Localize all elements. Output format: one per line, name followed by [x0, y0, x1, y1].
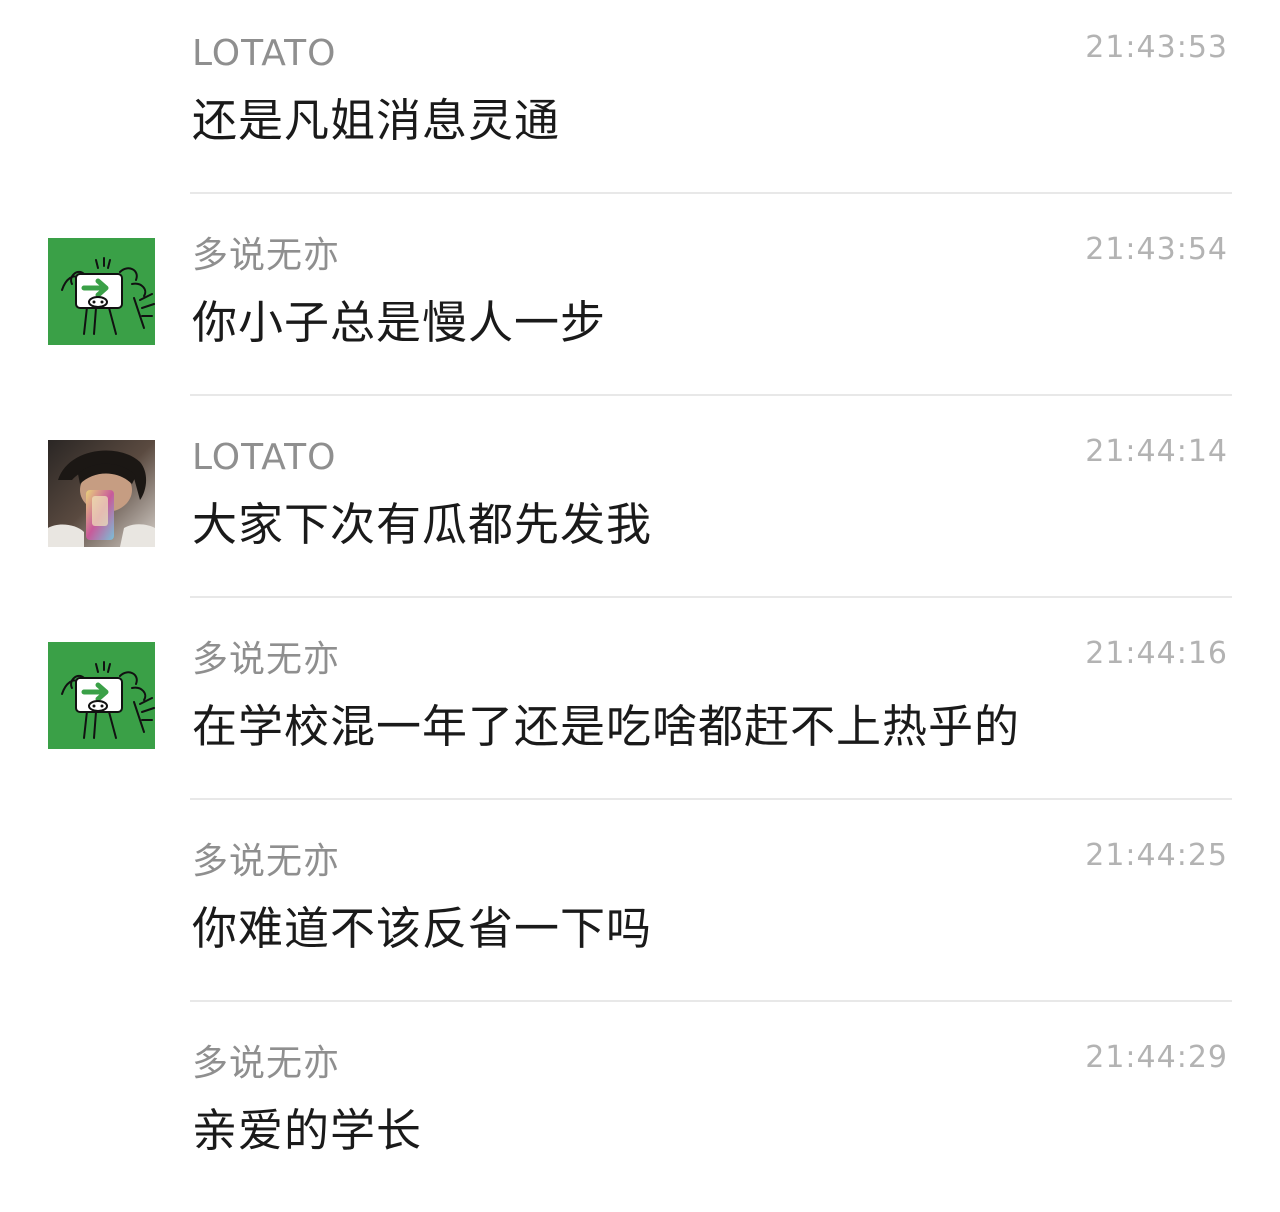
message-text[interactable]: 你小子总是慢人一步	[192, 294, 606, 352]
message-timestamp: 21:44:29	[1085, 1040, 1228, 1075]
sender-name[interactable]: 多说无亦	[192, 234, 340, 278]
sender-name[interactable]: 多说无亦	[192, 840, 340, 884]
message-row[interactable]: 多说无亦 21:43:54 你小子总是慢人一步	[0, 202, 1280, 404]
message-timestamp: 21:44:16	[1085, 636, 1228, 671]
photo-avatar-icon	[48, 440, 155, 547]
message-row[interactable]: 多说无亦 21:44:25 你难道不该反省一下吗	[0, 808, 1280, 1010]
sender-name[interactable]: LOTATO	[192, 436, 336, 480]
message-timestamp: 21:43:53	[1085, 30, 1228, 65]
message-timestamp: 21:44:14	[1085, 434, 1228, 469]
message-row[interactable]: LOTATO 21:43:53 还是凡姐消息灵通	[0, 0, 1280, 202]
message-row[interactable]: 多说无亦 21:44:29 亲爱的学长	[0, 1010, 1280, 1212]
row-divider	[190, 192, 1232, 194]
message-timestamp: 21:44:25	[1085, 838, 1228, 873]
message-text[interactable]: 你难道不该反省一下吗	[192, 900, 652, 958]
row-divider	[190, 596, 1232, 598]
row-divider	[190, 1000, 1232, 1002]
green-cartoon-avatar-icon	[48, 238, 155, 345]
message-row[interactable]: LOTATO 21:44:14 大家下次有瓜都先发我	[0, 404, 1280, 606]
message-text[interactable]: 亲爱的学长	[192, 1102, 422, 1160]
row-divider	[190, 798, 1232, 800]
message-text[interactable]: 在学校混一年了还是吃啥都赶不上热乎的	[192, 698, 1020, 756]
message-row[interactable]: 多说无亦 21:44:16 在学校混一年了还是吃啥都赶不上热乎的	[0, 606, 1280, 808]
sender-name[interactable]: 多说无亦	[192, 638, 340, 682]
green-cartoon-avatar-icon	[48, 642, 155, 749]
avatar[interactable]	[48, 440, 155, 547]
chat-message-list: LOTATO 21:43:53 还是凡姐消息灵通 多说无亦 21:43:54 你…	[0, 0, 1280, 1194]
message-text[interactable]: 大家下次有瓜都先发我	[192, 496, 652, 554]
row-divider	[190, 394, 1232, 396]
message-text[interactable]: 还是凡姐消息灵通	[192, 92, 560, 150]
avatar[interactable]	[48, 642, 155, 749]
sender-name[interactable]: LOTATO	[192, 32, 336, 76]
message-timestamp: 21:43:54	[1085, 232, 1228, 267]
avatar[interactable]	[48, 238, 155, 345]
sender-name[interactable]: 多说无亦	[192, 1042, 340, 1086]
